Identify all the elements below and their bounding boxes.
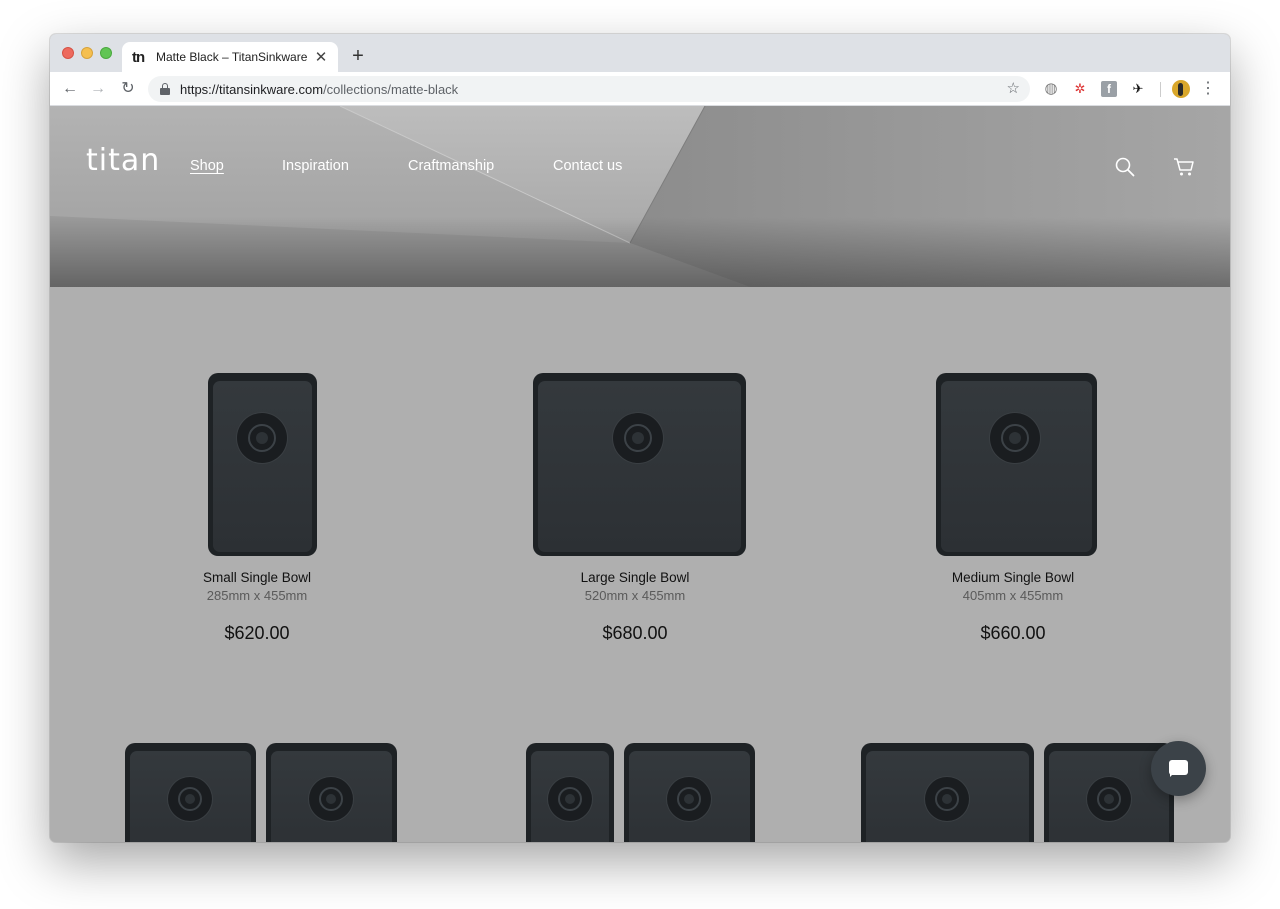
drain-icon xyxy=(667,777,711,821)
browser-window: tn Matte Black – TitanSinkware ✕ + ← → ↻… xyxy=(50,34,1230,842)
product-dimensions: 520mm x 455mm xyxy=(584,588,686,603)
hero-banner: titan Shop Inspiration Craftmanship Cont… xyxy=(50,106,1230,287)
chat-button[interactable] xyxy=(1151,741,1206,796)
nav-contact-us[interactable]: Contact us xyxy=(553,158,622,174)
maximize-window-button[interactable] xyxy=(100,47,112,59)
nav-craftmanship[interactable]: Craftmanship xyxy=(408,158,494,174)
double-bowl-image[interactable] xyxy=(125,743,256,842)
bird-icon[interactable]: ✈ xyxy=(1130,81,1146,97)
plus-icon[interactable]: + xyxy=(348,44,368,68)
search-icon[interactable] xyxy=(1115,157,1135,177)
drain-icon xyxy=(1087,777,1131,821)
globe-icon[interactable]: ◍ xyxy=(1043,81,1059,97)
product-price: $620.00 xyxy=(224,623,290,643)
drain-icon xyxy=(990,413,1040,463)
product-name[interactable]: Medium Single Bowl xyxy=(863,570,1163,585)
minimize-window-button[interactable] xyxy=(81,47,93,59)
lock-icon xyxy=(160,83,170,95)
drain-icon xyxy=(925,777,969,821)
double-bowl-image[interactable] xyxy=(861,743,1034,842)
hero-shadow xyxy=(50,217,1230,287)
double-bowl-image[interactable] xyxy=(266,743,397,842)
close-icon[interactable]: ✕ xyxy=(314,48,328,66)
product-name[interactable]: Small Single Bowl xyxy=(107,570,407,585)
arrow-left-icon[interactable]: ← xyxy=(60,79,80,99)
address-bar[interactable]: https://titansinkware.com/collections/ma… xyxy=(148,76,1030,102)
tab-title: Matte Black – TitanSinkware xyxy=(156,50,308,64)
close-window-button[interactable] xyxy=(62,47,74,59)
nav-shop[interactable]: Shop xyxy=(190,158,224,174)
web-page: titan Shop Inspiration Craftmanship Cont… xyxy=(50,106,1230,842)
site-logo[interactable]: titan xyxy=(86,143,160,178)
drain-icon xyxy=(548,777,592,821)
nav-inspiration[interactable]: Inspiration xyxy=(282,158,349,174)
drain-icon xyxy=(168,777,212,821)
toolbar-divider xyxy=(1160,82,1161,97)
large-single-bowl-image[interactable] xyxy=(533,373,746,556)
drain-icon xyxy=(237,413,287,463)
drain-icon xyxy=(613,413,663,463)
kebab-menu-icon[interactable]: ⋮ xyxy=(1200,80,1216,98)
product-dimensions: 285mm x 455mm xyxy=(206,588,308,603)
double-bowl-image[interactable] xyxy=(526,743,614,842)
product-price: $680.00 xyxy=(602,623,668,643)
cart-icon[interactable] xyxy=(1173,157,1195,177)
medium-single-bowl-image[interactable] xyxy=(936,373,1097,556)
favicon-icon: tn xyxy=(132,48,145,66)
browser-toolbar: ← → ↻ https://titansinkware.com/collecti… xyxy=(50,72,1230,106)
arrow-right-icon[interactable]: → xyxy=(88,79,108,99)
profile-avatar[interactable] xyxy=(1172,80,1190,98)
reload-icon[interactable]: ↻ xyxy=(118,79,138,99)
tab-strip: tn Matte Black – TitanSinkware ✕ + xyxy=(50,34,1230,72)
product-price: $660.00 xyxy=(980,623,1046,643)
facebook-icon[interactable]: f xyxy=(1101,81,1117,97)
color-wheel-icon[interactable]: ✲ xyxy=(1072,81,1088,97)
browser-tab[interactable]: tn Matte Black – TitanSinkware ✕ xyxy=(122,42,338,72)
url-path: /collections/matte-black xyxy=(323,81,459,97)
url-host: https://titansinkware.com xyxy=(180,81,324,97)
url-text: https://titansinkware.com/collections/ma… xyxy=(180,82,458,97)
product-name[interactable]: Large Single Bowl xyxy=(485,570,785,585)
star-icon[interactable]: ☆ xyxy=(1007,79,1020,97)
product-dimensions: 405mm x 455mm xyxy=(962,588,1064,603)
drain-icon xyxy=(309,777,353,821)
small-single-bowl-image[interactable] xyxy=(208,373,317,556)
double-bowl-image[interactable] xyxy=(624,743,755,842)
